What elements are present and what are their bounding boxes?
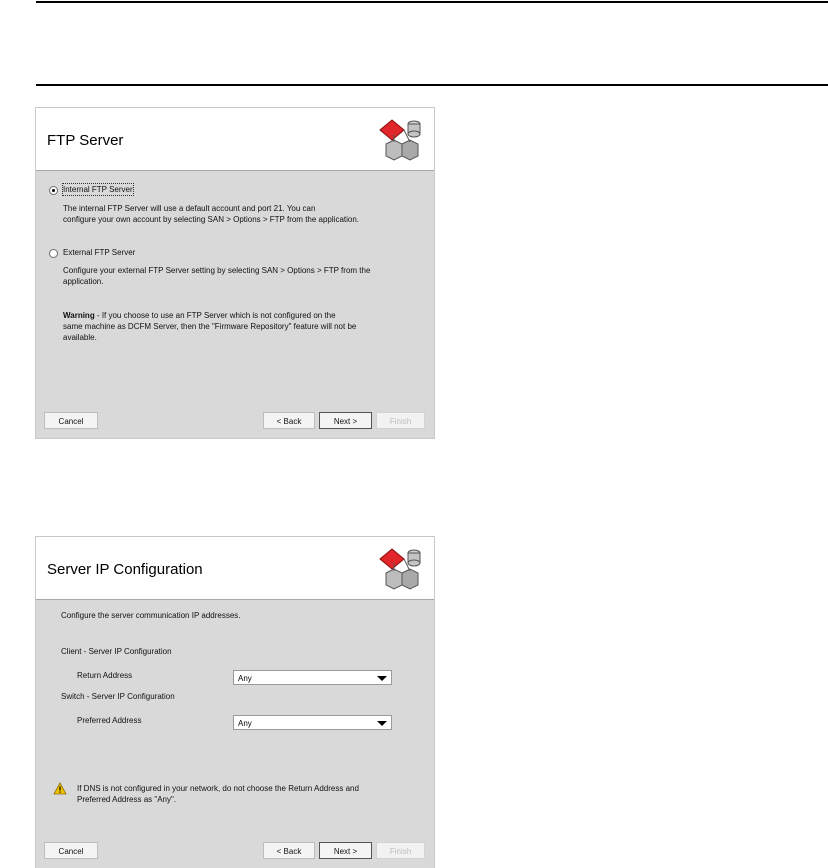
warning-text-1: - If you choose to use an FTP Server whi…	[94, 311, 336, 320]
return-address-label: Return Address	[77, 671, 133, 680]
warning-line-2: same machine as DCFM Server, then the "F…	[63, 322, 357, 331]
cancel-button[interactable]: Cancel	[44, 842, 98, 859]
chevron-down-icon[interactable]	[377, 721, 387, 726]
dialog-title: Server IP Configuration	[47, 561, 203, 578]
top-rule	[36, 1, 828, 3]
cancel-button[interactable]: Cancel	[44, 412, 98, 429]
internal-ftp-radio[interactable]	[49, 186, 58, 195]
external-ftp-label[interactable]: External FTP Server	[63, 247, 135, 258]
warning-line-3: available.	[63, 333, 97, 342]
preferred-address-value: Any	[238, 719, 252, 728]
external-ftp-desc-2: application.	[63, 277, 104, 286]
finish-button[interactable]: Finish	[376, 842, 425, 859]
ftp-server-dialog: FTP Server Internal FTP Server The inter…	[36, 108, 434, 438]
dns-warning-line-1: If DNS is not configured in your network…	[77, 784, 359, 793]
finish-button[interactable]: Finish	[376, 412, 425, 429]
back-button[interactable]: < Back	[263, 412, 315, 429]
dialog-title: FTP Server	[47, 132, 124, 149]
next-button[interactable]: Next >	[319, 412, 372, 429]
preferred-address-label: Preferred Address	[77, 716, 142, 725]
server-ip-config-dialog: Server IP Configuration Configure the se…	[36, 537, 434, 868]
warning-line-1: Warning - If you choose to use an FTP Se…	[63, 310, 336, 321]
preferred-address-select[interactable]: Any	[233, 715, 392, 730]
chevron-down-icon[interactable]	[377, 676, 387, 681]
external-ftp-desc-1: Configure your external FTP Server setti…	[63, 266, 371, 275]
internal-ftp-label[interactable]: Internal FTP Server	[62, 183, 134, 196]
warning-icon	[53, 782, 67, 795]
intro-text: Configure the server communication IP ad…	[61, 611, 241, 620]
dns-warning-line-2: Preferred Address as "Any".	[77, 795, 177, 804]
next-button[interactable]: Next >	[319, 842, 372, 859]
client-section-heading: Client - Server IP Configuration	[61, 647, 172, 656]
dialog-header: Server IP Configuration	[36, 537, 434, 600]
return-address-value: Any	[238, 674, 252, 683]
return-address-select[interactable]: Any	[233, 670, 392, 685]
network-servers-logo-icon	[379, 548, 421, 590]
internal-ftp-desc-1: The internal FTP Server will use a defau…	[63, 204, 316, 213]
internal-ftp-desc-2: configure your own account by selecting …	[63, 215, 360, 224]
network-servers-logo-icon	[379, 119, 421, 161]
dialog-header: FTP Server	[36, 108, 434, 171]
switch-section-heading: Switch - Server IP Configuration	[61, 692, 175, 701]
section-rule	[36, 84, 828, 86]
warning-bold: Warning	[63, 311, 95, 320]
external-ftp-radio[interactable]	[49, 249, 58, 258]
back-button[interactable]: < Back	[263, 842, 315, 859]
